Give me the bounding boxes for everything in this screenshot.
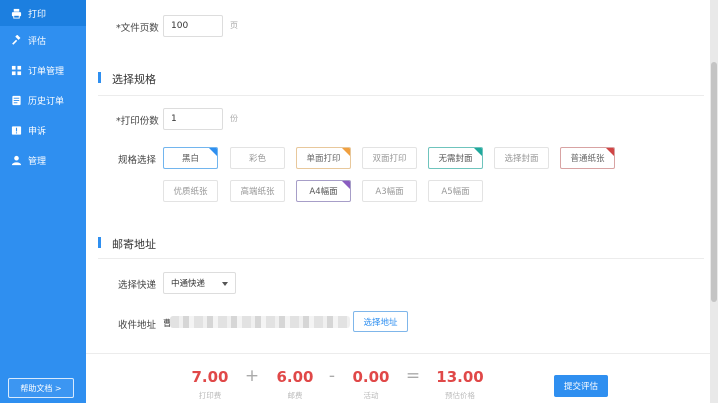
option-no-cover[interactable]: 无需封面 xyxy=(428,147,483,169)
sidebar: 打印 评估 订单管理 历史订单 申诉 管理 帮助文档 > xyxy=(0,0,86,403)
divider xyxy=(98,258,704,259)
sidebar-item-label: 评估 xyxy=(28,36,47,47)
option-a3[interactable]: A3幅面 xyxy=(362,180,417,202)
discount-value: 0.00 xyxy=(352,368,390,386)
plus-sign: + xyxy=(244,366,260,386)
sidebar-item-print[interactable]: 打印 xyxy=(0,0,86,26)
pages-input[interactable]: 100 xyxy=(163,15,223,37)
option-premium-paper[interactable]: 高端纸张 xyxy=(230,180,285,202)
option-label: A4幅面 xyxy=(309,187,338,197)
scrollbar-thumb[interactable] xyxy=(711,62,717,302)
selected-corner-mark xyxy=(606,148,614,156)
spec-row-label: 规格选择 xyxy=(118,155,157,166)
option-label: 双面打印 xyxy=(372,154,407,164)
option-black-white[interactable]: 黑白 xyxy=(163,147,218,169)
sidebar-item-label: 订单管理 xyxy=(28,66,65,77)
option-label: 黑白 xyxy=(181,154,199,164)
copies-label: *打印份数 xyxy=(116,116,159,127)
postage-value: 6.00 xyxy=(276,368,314,386)
section-marker xyxy=(98,72,101,83)
sidebar-item-label: 管理 xyxy=(28,156,47,167)
postage-label: 邮费 xyxy=(287,391,303,400)
chevron-down-icon xyxy=(222,282,228,286)
choose-address-button[interactable]: 选择地址 xyxy=(353,311,408,332)
total-label: 预估价格 xyxy=(445,391,475,400)
sidebar-item-history[interactable]: 历史订单 xyxy=(0,87,86,113)
selected-corner-mark xyxy=(474,148,482,156)
total-value: 13.00 xyxy=(436,368,484,386)
selected-corner-mark xyxy=(342,181,350,189)
option-label: 选择封面 xyxy=(504,154,539,164)
option-quality-paper[interactable]: 优质纸张 xyxy=(163,180,218,202)
print-fee-value: 7.00 xyxy=(191,368,229,386)
history-icon xyxy=(10,94,22,106)
submit-evaluation-button[interactable]: 提交评估 xyxy=(554,375,608,397)
mail-section-title: 邮寄地址 xyxy=(112,238,156,251)
sidebar-item-label: 申诉 xyxy=(28,126,47,137)
option-label: 彩色 xyxy=(248,154,266,164)
copies-unit: 份 xyxy=(230,114,238,123)
address-label: 收件地址 xyxy=(118,320,157,331)
option-label: 普通纸张 xyxy=(570,154,605,164)
address-text-blurred xyxy=(170,316,350,328)
courier-selected-value: 中通快递 xyxy=(171,279,206,289)
sidebar-item-orders[interactable]: 订单管理 xyxy=(0,57,86,83)
courier-select[interactable]: 中通快递 xyxy=(163,272,236,294)
gavel-icon xyxy=(10,34,22,46)
discount-label: 活动 xyxy=(363,391,379,400)
option-a5[interactable]: A5幅面 xyxy=(428,180,483,202)
sidebar-item-appeal[interactable]: 申诉 xyxy=(0,117,86,143)
spec-section-title: 选择规格 xyxy=(112,73,156,86)
selected-corner-mark xyxy=(342,148,350,156)
option-double-side[interactable]: 双面打印 xyxy=(362,147,417,169)
minus-sign: - xyxy=(328,366,336,386)
sidebar-item-manage[interactable]: 管理 xyxy=(0,147,86,173)
scrollbar[interactable] xyxy=(710,0,718,403)
print-fee-label: 打印费 xyxy=(198,391,222,400)
sidebar-item-evaluate[interactable]: 评估 xyxy=(0,27,86,53)
copies-input[interactable]: 1 xyxy=(163,108,223,130)
grid-icon xyxy=(10,64,22,76)
divider xyxy=(98,95,704,96)
section-marker xyxy=(98,237,101,248)
option-normal-paper[interactable]: 普通纸张 xyxy=(560,147,615,169)
pages-label: *文件页数 xyxy=(116,23,159,34)
option-a4[interactable]: A4幅面 xyxy=(296,180,351,202)
user-icon xyxy=(10,154,22,166)
alert-icon xyxy=(10,124,22,136)
equals-sign: = xyxy=(405,366,421,386)
printer-icon xyxy=(10,7,22,19)
option-choose-cover[interactable]: 选择封面 xyxy=(494,147,549,169)
price-summary-bar xyxy=(86,353,710,403)
option-label: A5幅面 xyxy=(441,187,470,197)
sidebar-item-label: 历史订单 xyxy=(28,96,65,107)
option-single-side[interactable]: 单面打印 xyxy=(296,147,351,169)
option-label: A3幅面 xyxy=(375,187,404,197)
option-label: 优质纸张 xyxy=(173,187,208,197)
option-color[interactable]: 彩色 xyxy=(230,147,285,169)
courier-label: 选择快递 xyxy=(118,280,157,291)
option-label: 单面打印 xyxy=(306,154,341,164)
selected-corner-mark xyxy=(209,148,217,156)
option-label: 高端纸张 xyxy=(240,187,275,197)
help-docs-button[interactable]: 帮助文档 > xyxy=(8,378,74,398)
pages-unit: 页 xyxy=(230,21,238,30)
option-label: 无需封面 xyxy=(438,154,473,164)
sidebar-item-label: 打印 xyxy=(28,9,47,20)
